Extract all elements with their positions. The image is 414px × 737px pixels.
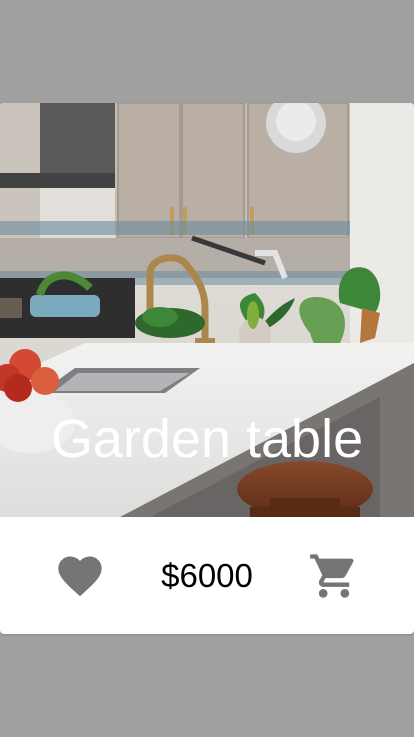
add-to-cart-button[interactable]	[308, 550, 360, 602]
card-actions: $6000	[0, 517, 414, 634]
product-price: $6000	[161, 556, 253, 594]
shopping-cart-icon	[310, 553, 354, 598]
product-card[interactable]: Garden table $6000	[0, 103, 414, 634]
product-image: Garden table	[0, 103, 414, 517]
favorite-button[interactable]	[54, 550, 106, 602]
product-title: Garden table	[50, 409, 364, 469]
heart-icon	[58, 556, 102, 596]
